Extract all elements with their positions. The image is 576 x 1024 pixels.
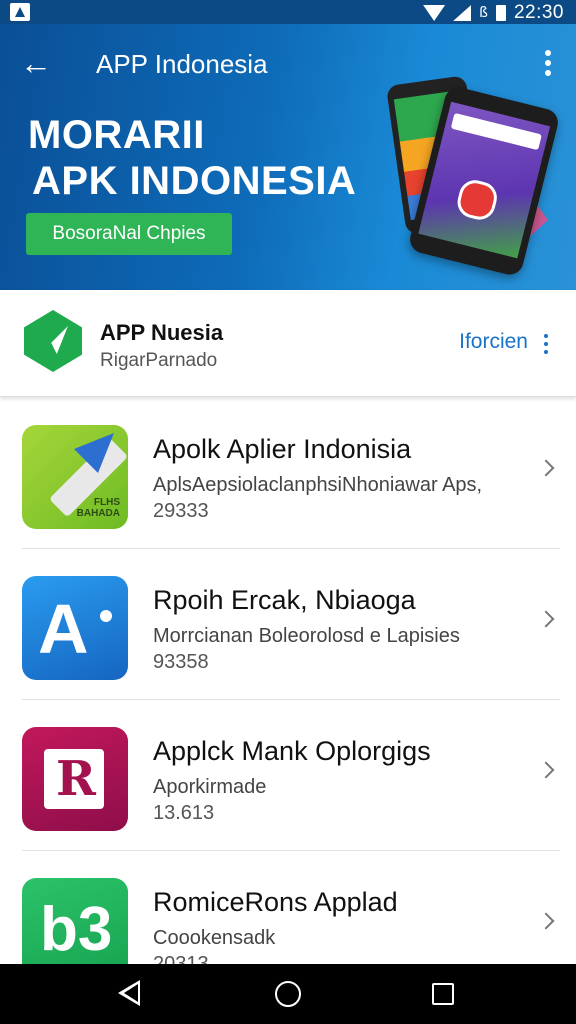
featured-app-subtitle: RigarParnado bbox=[100, 350, 218, 371]
overflow-menu-icon[interactable] bbox=[538, 50, 558, 80]
hero-title-line2: APK INDONESIA bbox=[32, 159, 357, 203]
chevron-right-icon[interactable] bbox=[537, 912, 555, 930]
list-item[interactable]: A Rpoih Ercak, Nbiaoga Morrcianan Boleor… bbox=[0, 549, 576, 700]
featured-app[interactable]: APP Nuesia RigarParnado Iforcien bbox=[0, 290, 576, 397]
letter-a-icon: A bbox=[22, 576, 128, 680]
chevron-right-icon[interactable] bbox=[537, 459, 555, 477]
page-title: APP Indonesia bbox=[96, 49, 268, 79]
app-name: RomiceRons Applad bbox=[153, 887, 398, 917]
wifi-icon bbox=[423, 5, 446, 21]
app-list: FLHS BAHADA Apolk Aplier Indonisia AplsAe… bbox=[0, 398, 576, 1002]
featured-action-link[interactable]: Iforcien bbox=[459, 330, 528, 354]
hero-title: MORARII APK INDONESIA bbox=[28, 112, 356, 204]
letter-r-icon bbox=[22, 727, 128, 831]
status-bar: ß 22:30 bbox=[0, 0, 576, 24]
nav-home-icon[interactable] bbox=[275, 981, 301, 1007]
system-nav-bar bbox=[0, 964, 576, 1024]
featured-more-icon[interactable] bbox=[544, 334, 550, 358]
signal-icon bbox=[453, 5, 472, 21]
app-name: Rpoih Ercak, Nbiaoga bbox=[153, 585, 416, 615]
nav-recents-icon[interactable] bbox=[432, 983, 454, 1005]
featured-app-icon bbox=[24, 310, 82, 372]
app-description: AplsAepsiolaclanphsiNhoniawar Aps, bbox=[153, 474, 483, 496]
list-item[interactable]: Applck Mank Oplorgigs Aporkirmade 13.613 bbox=[0, 700, 576, 851]
list-item[interactable]: FLHS BAHADA Apolk Aplier Indonisia AplsAe… bbox=[0, 398, 576, 549]
chevron-right-icon[interactable] bbox=[537, 610, 555, 628]
notification-icon bbox=[10, 3, 30, 21]
status-icons: ß 22:30 bbox=[423, 2, 564, 24]
app-description: Coookensadk bbox=[153, 927, 276, 949]
rocket-icon: FLHS BAHADA bbox=[22, 425, 128, 529]
hero-button[interactable]: BosoraNal Chpies bbox=[26, 213, 232, 255]
app-description: Morrcianan Boleorolosd e Lapisies bbox=[153, 625, 460, 647]
battery-icon bbox=[495, 5, 506, 21]
chevron-right-icon[interactable] bbox=[537, 761, 555, 779]
featured-app-name: APP Nuesia bbox=[100, 320, 224, 345]
app-header: ← APP Indonesia MORARII APK INDONESIA Bo… bbox=[0, 24, 576, 290]
hero-title-line1: MORARII bbox=[28, 113, 205, 157]
app-description: Aporkirmade bbox=[153, 776, 267, 798]
app-count: 93358 bbox=[153, 651, 209, 673]
icon-tag: FLHS BAHADA bbox=[76, 497, 120, 519]
sim-icon: ß bbox=[479, 5, 488, 21]
status-time: 22:30 bbox=[513, 2, 564, 23]
app-name: Apolk Aplier Indonisia bbox=[153, 434, 412, 464]
back-arrow-icon[interactable]: ← bbox=[20, 46, 54, 80]
app-count: 13.613 bbox=[153, 802, 215, 824]
app-name: Applck Mank Oplorgigs bbox=[153, 736, 431, 766]
app-count: 29333 bbox=[153, 500, 209, 522]
